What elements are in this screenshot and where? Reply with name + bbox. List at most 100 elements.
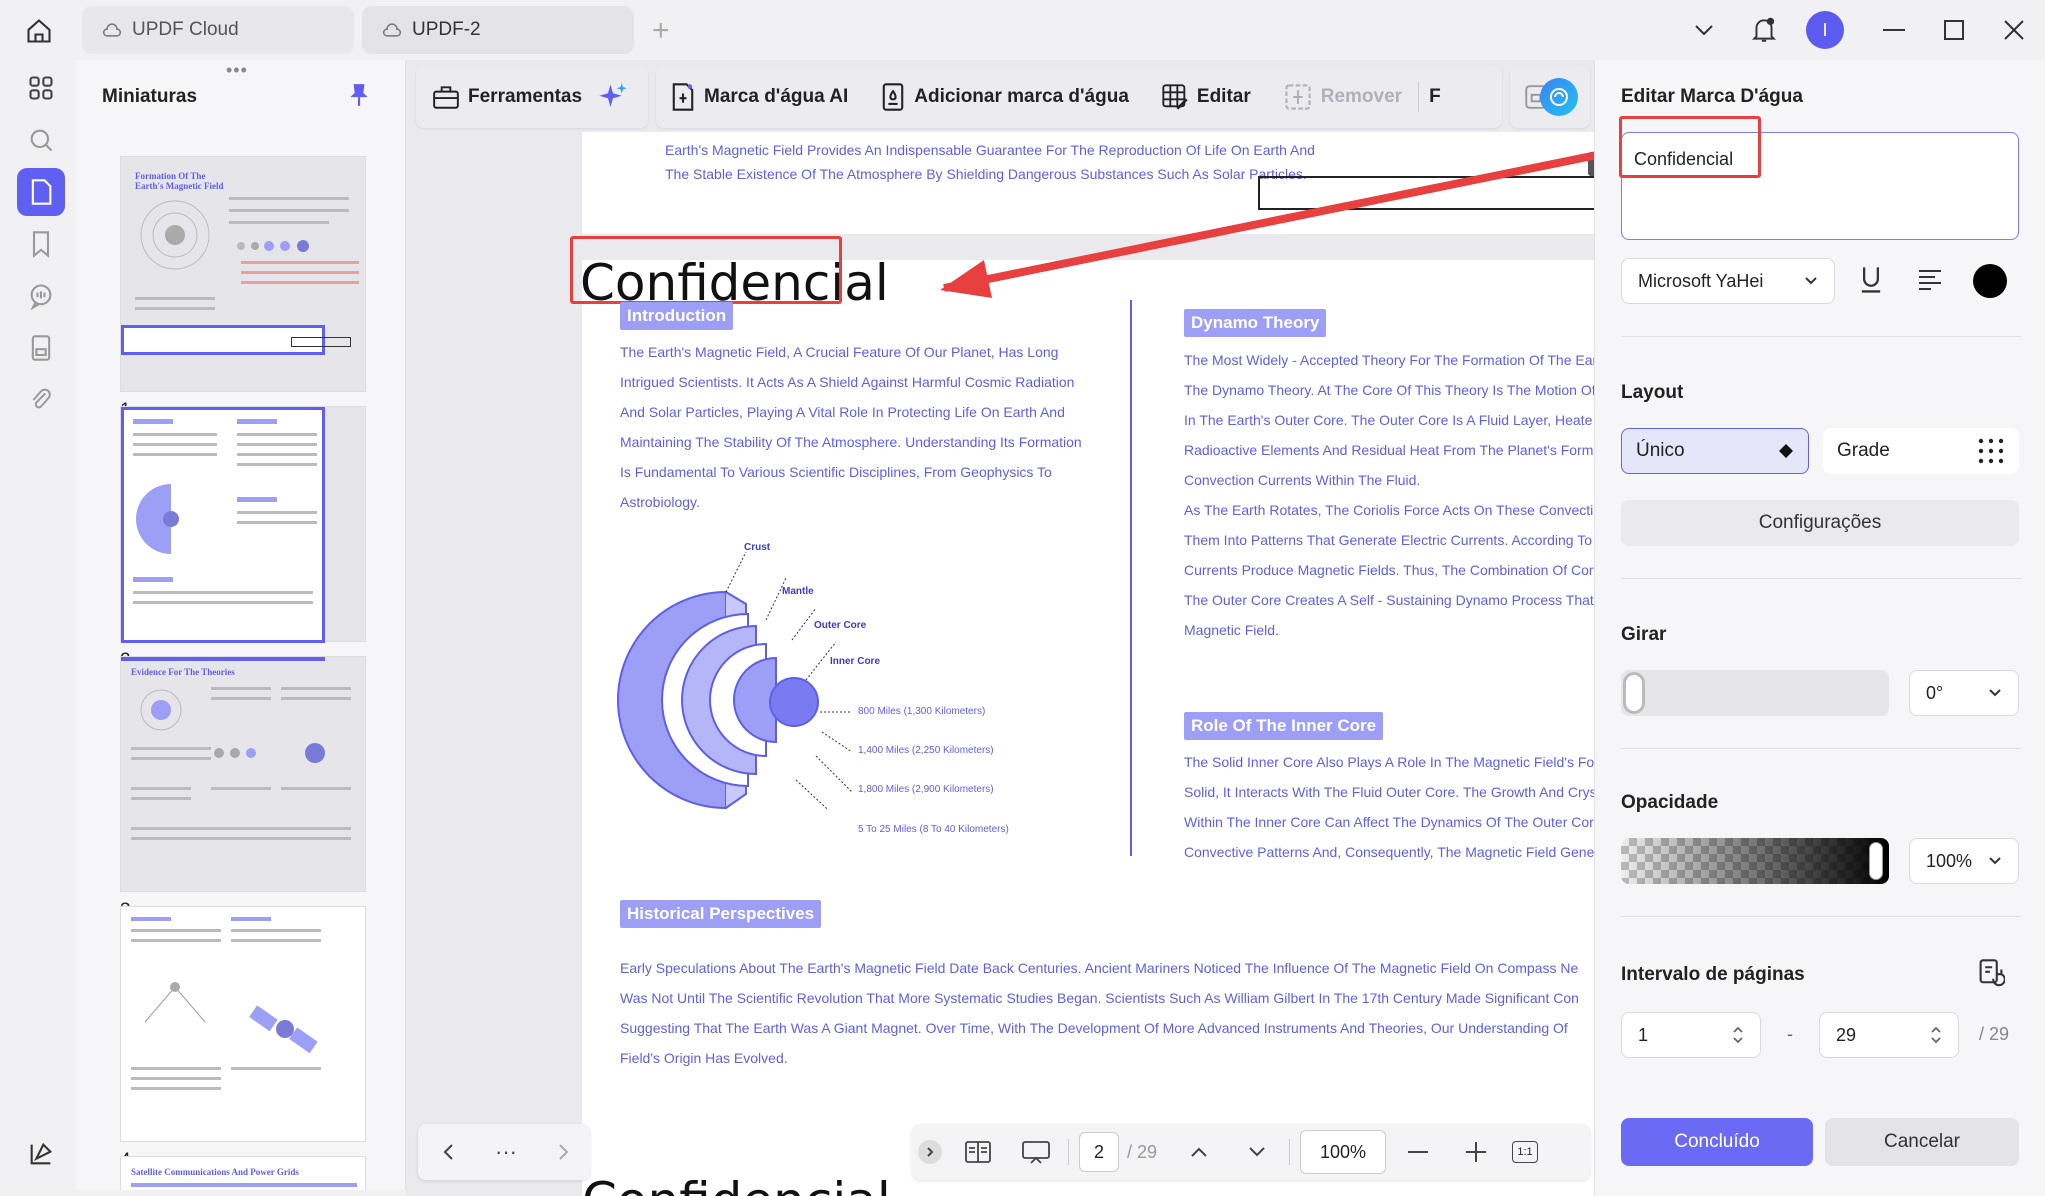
tools-group: Ferramentas (416, 66, 648, 128)
left-rail (6, 60, 76, 1190)
stepper-icon[interactable] (1732, 1024, 1744, 1046)
tab-updf-2[interactable]: UPDF-2 (362, 6, 634, 54)
chevron-down-icon (1989, 689, 2001, 697)
layout-single-label: Único (1636, 440, 1685, 461)
chevron-right-icon[interactable] (542, 1130, 586, 1174)
drag-handle[interactable]: ••• (226, 60, 248, 81)
watermark-placeholder-box[interactable] (1258, 176, 1594, 210)
edit-checker-icon (1161, 83, 1189, 111)
ai-watermark-button[interactable]: Marca d'água AI (670, 82, 848, 112)
range-to-input[interactable]: 29 (1819, 1012, 1959, 1058)
thumbnail-page-3[interactable]: Evidence For The Theories (120, 656, 366, 892)
chevron-left-icon[interactable] (426, 1130, 470, 1174)
minimize-icon[interactable] (1874, 12, 1914, 48)
ai-assistant-icon[interactable] (1540, 78, 1578, 116)
close-icon[interactable] (1994, 12, 2034, 48)
cloud-icon (382, 22, 402, 38)
paragraph-line: Was Not Until The Scientific Revolution … (620, 990, 1579, 1006)
ai-sparkle-icon[interactable] (598, 82, 628, 112)
bookmark-icon[interactable] (17, 220, 65, 268)
chevron-down-icon[interactable] (1235, 1130, 1279, 1174)
tools-label: Ferramentas (468, 86, 583, 107)
thumbnail-page-2[interactable] (120, 406, 366, 643)
paragraph-line: And Solar Particles, Playing A Vital Rol… (620, 404, 1065, 420)
diagram-distance: 5 To 25 Miles (8 To 40 Kilometers) (858, 824, 1009, 835)
zoom-in-icon[interactable] (1454, 1130, 1498, 1174)
paragraph-line: Intrigued Scientists. It Acts As A Shiel… (620, 374, 1075, 390)
thumbnail-page-1[interactable]: Formation Of The Earth's Magnetic Field (120, 156, 366, 392)
home-icon[interactable] (22, 14, 56, 48)
attachment-doc-icon[interactable] (17, 324, 65, 372)
current-page-input[interactable]: 2 (1079, 1132, 1119, 1172)
paragraph-line: Convection Currents Within The Fluid. (1184, 472, 1421, 488)
page-layout-icon[interactable] (956, 1130, 1000, 1174)
zoom-level[interactable]: 100% (1300, 1130, 1387, 1174)
rotate-slider-handle[interactable] (1623, 672, 1645, 714)
divider (1621, 916, 2021, 917)
tab-label: UPDF-2 (412, 19, 481, 40)
tools-button[interactable]: Ferramentas (432, 84, 582, 110)
page-range-icon[interactable] (1977, 958, 2006, 993)
apps-grid-icon[interactable] (17, 64, 65, 112)
maximize-icon[interactable] (1934, 12, 1974, 48)
ai-watermark-icon (670, 82, 696, 112)
more-options-icon[interactable]: ··· (484, 1130, 528, 1174)
thumbnail-page-4[interactable] (120, 906, 366, 1142)
range-total: / 29 (1979, 1024, 2010, 1044)
thumbnails-page-icon[interactable] (17, 168, 65, 216)
settings-button[interactable]: Configurações (1621, 500, 2019, 546)
paragraph-line: Astrobiology. (620, 494, 700, 510)
highlight-box (1619, 116, 1761, 178)
bell-icon[interactable] (1744, 12, 1784, 48)
tab-updf-cloud[interactable]: UPDF Cloud (82, 6, 354, 54)
opacity-slider[interactable] (1621, 838, 1889, 884)
document-canvas[interactable]: Ferramentas Marca d'água AI Adicionar ma… (406, 60, 1594, 1196)
opacity-label: Opacidade (1621, 792, 1719, 813)
page-total: / 29 (1127, 1141, 1158, 1162)
comment-icon[interactable] (17, 272, 65, 320)
actual-size-button[interactable]: 1:1 (1512, 1141, 1539, 1163)
layout-single-button[interactable]: Único (1621, 428, 1809, 474)
add-watermark-button[interactable]: Adicionar marca d'água (880, 82, 1129, 112)
layers-icon[interactable] (17, 1130, 65, 1178)
page-nav-left: ··· (418, 1124, 590, 1180)
opacity-slider-handle[interactable] (1869, 842, 1883, 880)
remove-button[interactable]: Remover (1283, 82, 1402, 112)
rotate-slider[interactable] (1621, 670, 1889, 716)
earth-layers-diagram (617, 551, 853, 810)
presentation-icon[interactable] (1014, 1130, 1058, 1174)
underline-icon[interactable] (1857, 264, 1885, 301)
avatar[interactable]: I (1806, 11, 1844, 49)
stepper-icon[interactable] (1930, 1024, 1942, 1046)
thumbnail-page-5[interactable]: Satellite Communications And Power Grids (120, 1156, 366, 1190)
font-family-select[interactable]: Microsoft YaHei (1621, 258, 1835, 304)
section-title-dynamo: Dynamo Theory (1184, 309, 1327, 337)
chevron-down-icon[interactable] (1684, 12, 1724, 48)
rotate-select[interactable]: 0° (1909, 670, 2019, 716)
watermark-text[interactable]: Confidencial (582, 1172, 891, 1196)
zoom-out-icon[interactable] (1396, 1130, 1440, 1174)
page-nav-bar: 2 / 29 100% 1:1 (912, 1124, 1590, 1180)
paragraph-line: Is Fundamental To Various Scientific Dis… (620, 464, 1052, 480)
color-swatch[interactable] (1973, 264, 2007, 298)
done-button[interactable]: Concluído (1621, 1118, 1813, 1166)
thumbnail-illustration (136, 484, 179, 554)
opacity-select[interactable]: 100% (1909, 838, 2019, 884)
paragraph-line: The Stable Existence Of The Atmosphere B… (665, 166, 1307, 182)
section-title-inner-core: Role Of The Inner Core (1184, 712, 1384, 740)
layout-grid-button[interactable]: Grade (1823, 428, 2019, 474)
chevron-up-icon[interactable] (1177, 1130, 1221, 1174)
diamond-icon (1779, 444, 1793, 458)
range-from-input[interactable]: 1 (1621, 1012, 1761, 1058)
overflow-tool[interactable]: F (1429, 86, 1441, 108)
align-left-icon[interactable] (1917, 268, 1943, 297)
add-tab-icon[interactable]: + (652, 14, 670, 48)
edit-button[interactable]: Editar (1161, 83, 1251, 111)
cancel-button[interactable]: Cancelar (1825, 1118, 2019, 1166)
paragraph-line: Field's Origin Has Evolved. (620, 1050, 788, 1066)
paperclip-icon[interactable] (17, 376, 65, 424)
search-icon[interactable] (17, 116, 65, 164)
pin-icon[interactable] (348, 82, 370, 113)
chevron-down-icon (1805, 277, 1817, 285)
collapse-nav-icon[interactable] (918, 1140, 942, 1164)
